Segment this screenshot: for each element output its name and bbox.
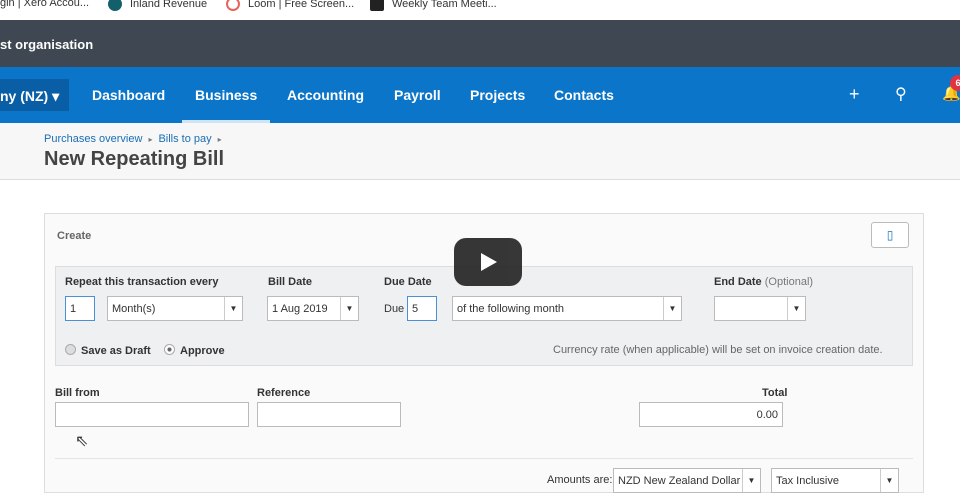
- currency-note: Currency rate (when applicable) will be …: [553, 344, 883, 356]
- video-play-button[interactable]: [454, 238, 522, 286]
- nav-dashboard[interactable]: Dashboard: [92, 87, 165, 103]
- nav-payroll[interactable]: Payroll: [394, 87, 441, 103]
- copy-icon: ▯: [886, 228, 894, 242]
- amounts-label: Amounts are:: [547, 474, 613, 486]
- currency-value: NZD New Zealand Dollar: [618, 475, 741, 487]
- notification-badge: 6: [950, 75, 960, 91]
- end-date-label: End Date (Optional): [714, 276, 814, 288]
- total-input[interactable]: 0.00: [639, 402, 783, 427]
- organisation-bar: st organisation: [0, 20, 960, 67]
- breadcrumb-purchases-overview[interactable]: Purchases overview: [44, 133, 142, 145]
- repeat-unit-select[interactable]: Month(s) ▼: [107, 296, 243, 321]
- bookmarks-bar: gin | Xero Accou... Inland Revenue Loom …: [0, 0, 960, 20]
- bookmark-label: Loom | Free Screen...: [248, 0, 355, 10]
- chevron-right-icon: ▸: [217, 135, 222, 144]
- loom-icon: [226, 0, 240, 11]
- bookmark-icon: [370, 0, 384, 11]
- page-title: New Repeating Bill: [44, 148, 225, 170]
- bookmark[interactable]: Loom | Free Screen...: [226, 0, 354, 11]
- plus-icon[interactable]: +: [849, 84, 860, 105]
- chevron-right-icon: ▸: [148, 135, 153, 144]
- repeat-unit-value: Month(s): [112, 303, 156, 315]
- repeat-label: Repeat this transaction every: [65, 276, 219, 288]
- tax-value: Tax Inclusive: [776, 475, 839, 487]
- caret-down-icon: ▼: [880, 469, 898, 492]
- due-term-value: of the following month: [457, 303, 565, 315]
- breadcrumb-bills-to-pay[interactable]: Bills to pay: [158, 133, 211, 145]
- main-nav: ny (NZ) ▾ Dashboard Business Accounting …: [0, 67, 960, 123]
- end-date-input[interactable]: ▼: [714, 296, 806, 321]
- nav-contacts[interactable]: Contacts: [554, 87, 614, 103]
- search-icon[interactable]: ⚲: [895, 84, 907, 104]
- due-prefix: Due: [384, 303, 405, 315]
- reference-label: Reference: [257, 387, 311, 399]
- mouse-cursor-icon: ⇖: [75, 433, 89, 450]
- breadcrumb: Purchases overview ▸ Bills to pay ▸: [44, 133, 960, 145]
- org-selector-label: ny (NZ): [0, 88, 49, 104]
- organisation-name[interactable]: st organisation: [0, 37, 93, 52]
- radio-selected-icon: [164, 344, 175, 355]
- bookmark-label: Weekly Team Meeti...: [392, 0, 497, 10]
- due-term-select[interactable]: of the following month ▼: [452, 296, 682, 321]
- bookmark[interactable]: Weekly Team Meeti...: [370, 0, 497, 11]
- caret-down-icon: ▼: [787, 297, 805, 320]
- bookmark-icon: [108, 0, 122, 11]
- page-header: Purchases overview ▸ Bills to pay ▸ New Rep…: [0, 123, 960, 180]
- bill-from-input[interactable]: [55, 402, 249, 427]
- caret-down-icon: ▾: [52, 88, 60, 104]
- caret-down-icon: ▼: [224, 297, 242, 320]
- radio-icon: [65, 344, 76, 355]
- divider: [55, 458, 913, 459]
- due-date-label: Due Date: [384, 276, 432, 288]
- caret-down-icon: ▼: [340, 297, 358, 320]
- caret-down-icon: ▼: [742, 469, 760, 492]
- repeat-count-input[interactable]: 1: [65, 296, 95, 321]
- due-day-input[interactable]: 5: [407, 296, 437, 321]
- nav-projects[interactable]: Projects: [470, 87, 525, 103]
- reference-input[interactable]: [257, 402, 401, 427]
- bill-date-label: Bill Date: [268, 276, 313, 288]
- bookmark[interactable]: gin | Xero Accou...: [0, 0, 89, 9]
- caret-down-icon: ▼: [663, 297, 681, 320]
- copy-button[interactable]: ▯: [871, 222, 909, 248]
- org-selector[interactable]: ny (NZ) ▾: [0, 79, 69, 111]
- currency-select[interactable]: NZD New Zealand Dollar ▼: [613, 468, 761, 493]
- tax-select[interactable]: Tax Inclusive ▼: [771, 468, 899, 493]
- total-label: Total: [762, 387, 788, 399]
- nav-business[interactable]: Business: [182, 87, 271, 123]
- bookmark-label: Inland Revenue: [130, 0, 208, 10]
- bill-date-value: 1 Aug 2019: [272, 303, 328, 315]
- bookmark[interactable]: Inland Revenue: [108, 0, 207, 11]
- bill-date-input[interactable]: 1 Aug 2019 ▼: [267, 296, 359, 321]
- nav-accounting[interactable]: Accounting: [287, 87, 364, 103]
- approve-radio[interactable]: Approve: [164, 344, 225, 357]
- save-draft-radio[interactable]: Save as Draft: [65, 344, 151, 357]
- create-heading: Create: [57, 230, 92, 242]
- bill-from-label: Bill from: [55, 387, 100, 399]
